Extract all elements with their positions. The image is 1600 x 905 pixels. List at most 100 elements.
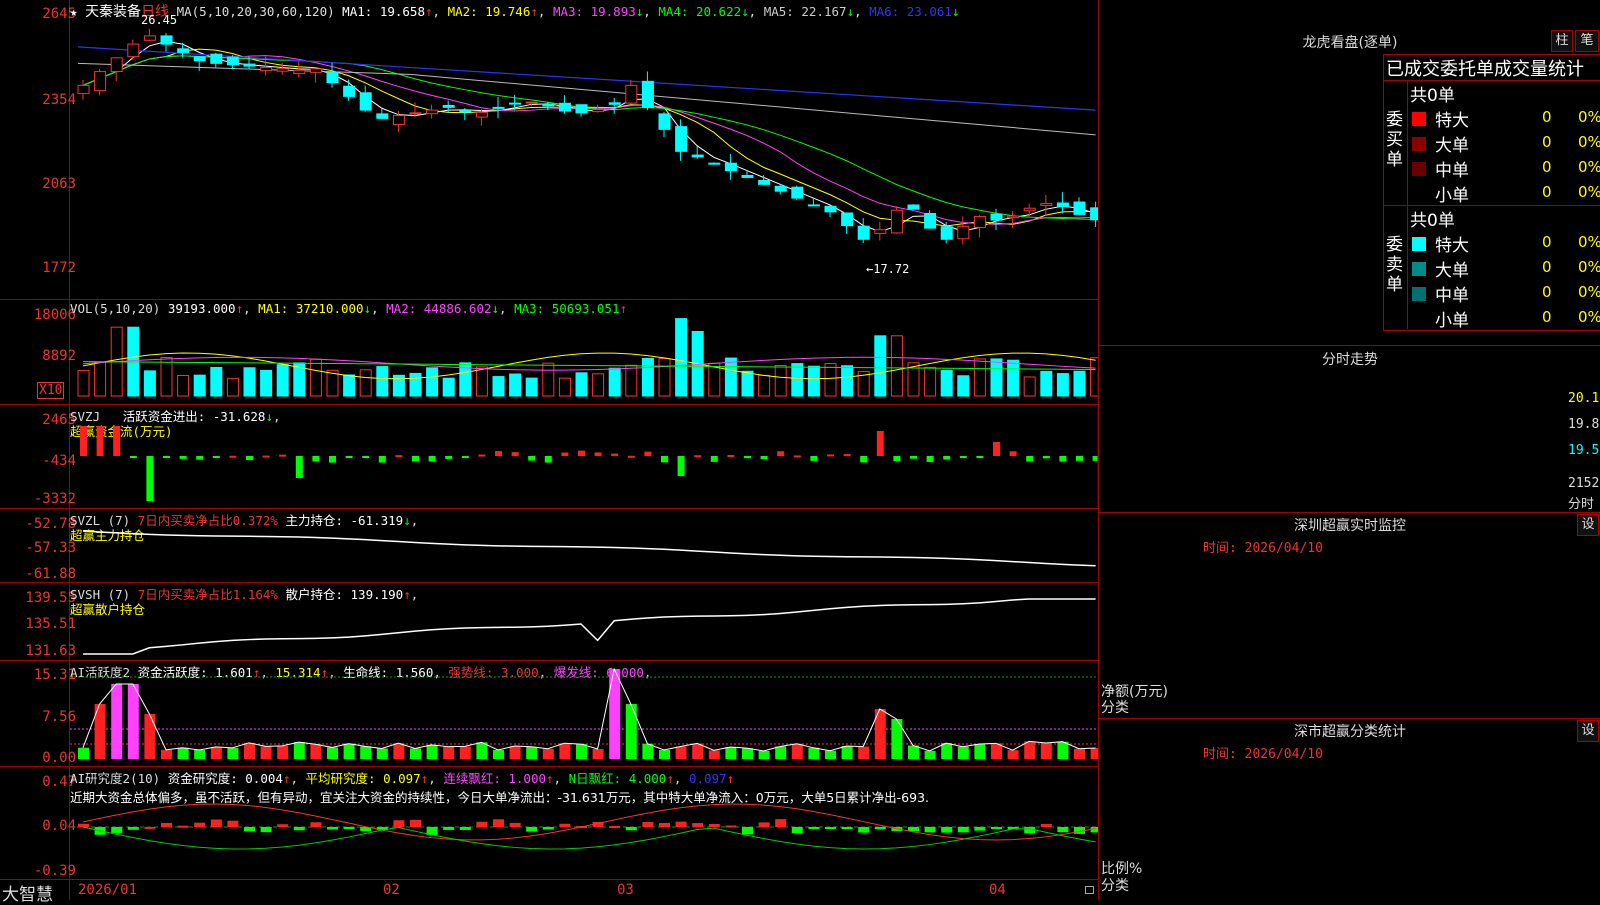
svzj-bar (96, 426, 104, 456)
ai1-bar (592, 748, 604, 759)
svzj-bar (378, 456, 386, 463)
sell-row-pct: 0% (1578, 233, 1600, 251)
xaxis-label: 03 (617, 882, 634, 898)
candle (1007, 215, 1020, 219)
ai2-bar (526, 827, 538, 832)
ai1-bar (393, 743, 405, 759)
ma-line (82, 55, 1096, 225)
candle (924, 212, 937, 229)
vol-bar (77, 369, 90, 397)
svsh-line (83, 598, 1096, 655)
vol-bar (824, 363, 837, 397)
svzj-bar (445, 456, 453, 459)
vol-bar (807, 365, 820, 397)
lock-icon[interactable] (1085, 886, 1094, 894)
svzj-bar (810, 456, 818, 461)
svzj-bar (843, 454, 851, 457)
ai1-bar (293, 742, 305, 759)
svzj-bar (661, 456, 668, 463)
ai2-bar (343, 827, 355, 829)
ai1-bar (227, 747, 239, 759)
vol-bar (608, 367, 621, 397)
ai1-bar (825, 750, 836, 759)
ai2-bar (908, 827, 919, 832)
ai1-bar (426, 744, 438, 759)
candle (1073, 201, 1086, 215)
ai2-bar (941, 827, 953, 833)
buy-row-pct: 0% (1578, 183, 1600, 201)
svzj-bar (212, 456, 220, 458)
candle (243, 63, 256, 67)
candle (293, 69, 306, 75)
ai1-bar (908, 745, 919, 759)
tick-view-button[interactable]: 笔 (1575, 30, 1599, 52)
ai2-bar (692, 823, 704, 827)
ai2-bar (791, 827, 803, 834)
svzj-bar (760, 456, 768, 460)
candle (592, 109, 605, 113)
buy-swatch (1412, 137, 1426, 151)
xaxis-label: 04 (989, 882, 1006, 898)
ai1-line (82, 667, 1096, 752)
svzj-bar (694, 455, 702, 458)
ai1-bar (725, 747, 737, 759)
ai1-bar (244, 742, 255, 759)
svzj-bar (329, 456, 336, 463)
ai2-bar (625, 827, 637, 831)
vol-bar (874, 335, 887, 397)
ai1-bar (775, 746, 787, 759)
intraday-price-tick: 19.56 (1568, 443, 1600, 458)
candle (890, 209, 903, 234)
vol-bar (1023, 376, 1036, 397)
vol-bar (492, 376, 505, 397)
ai1-bar (1024, 741, 1036, 759)
svzj-bar (412, 456, 419, 462)
candle (824, 205, 837, 213)
buy-row-count: 0 (1542, 183, 1552, 201)
candle (973, 215, 986, 228)
svzj-bar (528, 456, 536, 461)
candle (641, 80, 654, 108)
candle (608, 102, 621, 105)
candle (326, 71, 339, 84)
candle (1056, 202, 1069, 208)
svzj-bar (876, 431, 884, 456)
ai1-bar (991, 743, 1002, 759)
vol-bar (990, 358, 1003, 397)
sell-side-label: 委卖单 (1386, 235, 1403, 295)
svzj-bar (793, 455, 801, 458)
column-view-button[interactable]: 柱 (1551, 30, 1573, 52)
candle (907, 204, 920, 210)
ai1-bar (493, 749, 504, 759)
vol-bar (973, 358, 986, 397)
buy-row-count: 0 (1542, 108, 1552, 126)
sell-row-label: 大单 (1435, 261, 1469, 281)
buy-swatch (1412, 187, 1426, 201)
ai2-bar (559, 823, 571, 827)
ai2-bar (991, 827, 1002, 829)
sz-class-settings-button[interactable]: 设 (1577, 720, 1599, 742)
svzj-bar (279, 454, 287, 457)
ma-line (82, 48, 1096, 227)
candle (475, 111, 488, 118)
vol-bar (426, 367, 439, 397)
svzj-bar (345, 456, 353, 458)
ai2-bar (1040, 824, 1052, 827)
ai2-bar (808, 827, 820, 829)
candle (509, 102, 522, 105)
vol-bar (592, 373, 605, 397)
svzj-bar (229, 455, 237, 458)
vol-bar (509, 373, 522, 397)
ai2-bar (493, 819, 504, 827)
ai1-bar (708, 750, 720, 759)
svzj-bar (495, 451, 502, 456)
intraday-price-tick: 19.85 (1568, 417, 1600, 432)
ai2-bar (476, 821, 488, 827)
sell-row-count: 0 (1542, 283, 1552, 301)
ai1-bar (360, 746, 372, 759)
svzj-bar (777, 451, 785, 456)
svzj-bar (362, 456, 370, 458)
sz-monitor-settings-button[interactable]: 设 (1577, 514, 1599, 536)
candle (625, 84, 638, 104)
svzj-bar (1042, 456, 1050, 459)
